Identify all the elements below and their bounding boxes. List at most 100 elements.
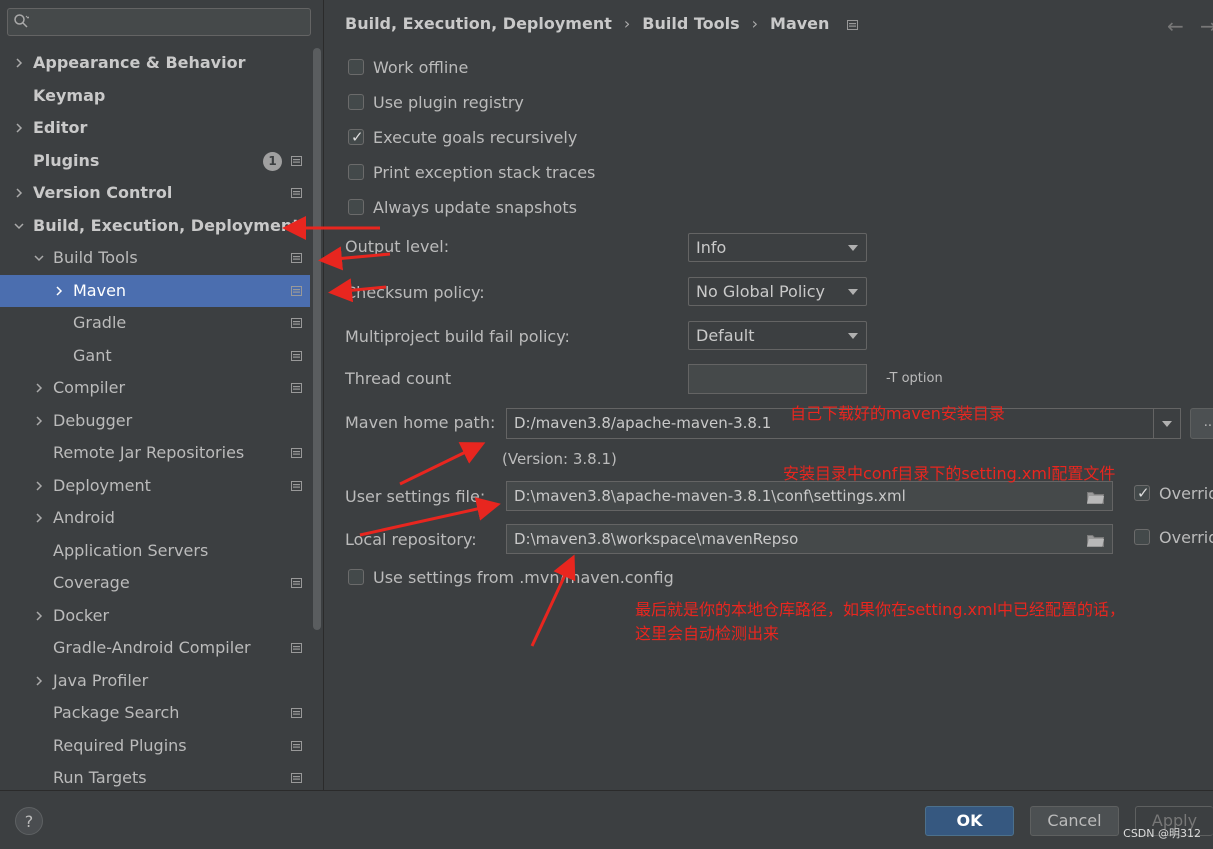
chevron-right-icon[interactable] — [13, 57, 25, 69]
back-arrow-icon[interactable]: ← — [1167, 14, 1184, 38]
chevron-right-icon[interactable] — [53, 285, 65, 297]
project-settings-icon — [291, 188, 302, 198]
sidebar-item[interactable]: Compiler — [0, 372, 310, 405]
chevron-down-icon[interactable] — [13, 220, 25, 232]
checkbox-box[interactable] — [348, 94, 364, 110]
checkbox-box[interactable] — [348, 164, 364, 180]
thread-count-input[interactable] — [688, 364, 867, 394]
sidebar-item-label: Plugins — [33, 150, 100, 170]
maven-version-text: (Version: 3.8.1) — [502, 450, 617, 468]
settings-tree: Appearance & Behavior Keymap Editor Plugins… — [0, 47, 310, 795]
use-mvn-config-label: Use settings from .mvn/maven.config — [373, 568, 674, 587]
dropdown-arrow-icon — [1162, 421, 1172, 427]
sidebar-item[interactable]: Debugger — [0, 405, 310, 438]
user-settings-value: D:\maven3.8\apache-maven-3.8.1\conf\sett… — [514, 487, 906, 505]
sidebar-item-label: Docker — [53, 605, 110, 625]
sidebar-item[interactable]: Android — [0, 502, 310, 535]
checkbox-box[interactable]: ✓ — [1134, 485, 1150, 501]
project-settings-icon — [291, 740, 302, 751]
forward-arrow-icon[interactable]: → — [1200, 14, 1213, 38]
chevron-right-icon[interactable] — [33, 610, 45, 622]
search-input[interactable] — [34, 12, 308, 34]
checksum-policy-label: Checksum policy: — [345, 283, 485, 302]
checkbox-box[interactable] — [1134, 529, 1150, 545]
checkbox-box[interactable] — [348, 569, 364, 585]
chevron-right-icon[interactable] — [33, 512, 45, 524]
sidebar-item[interactable]: Version Control — [0, 177, 310, 210]
checkbox-box[interactable]: ✓ — [348, 129, 364, 145]
project-settings-icon — [291, 448, 302, 458]
sidebar-item-label: Build Tools — [53, 248, 138, 267]
watermark: CSDN @明312 — [1123, 827, 1201, 840]
sidebar-item-label: Deployment — [53, 475, 151, 495]
option-label: Print exception stack traces — [373, 163, 596, 182]
chevron-right-icon[interactable] — [13, 187, 25, 199]
folder-icon[interactable] — [1087, 534, 1104, 547]
sidebar-item-label: Appearance & Behavior — [33, 53, 246, 72]
override-label: Override — [1159, 484, 1213, 503]
sidebar-item-label: Package Search — [53, 703, 180, 722]
project-settings-icon — [847, 19, 858, 30]
sidebar-item[interactable]: Gant — [0, 340, 310, 373]
sidebar-item[interactable]: Build Tools — [0, 242, 310, 275]
check-icon: ✓ — [351, 128, 364, 146]
sidebar-item-label: Compiler — [53, 378, 126, 397]
sidebar-item[interactable]: Appearance & Behavior — [0, 47, 310, 80]
sidebar-item[interactable]: Build, Execution, Deployment — [0, 210, 310, 243]
checkbox-box[interactable] — [348, 199, 364, 215]
chevron-right-icon[interactable] — [33, 675, 45, 687]
folder-icon[interactable] — [1087, 491, 1104, 504]
output-level-select[interactable]: Info — [688, 233, 867, 262]
sidebar-item-label: Maven — [73, 280, 127, 300]
sidebar-item[interactable]: Keymap — [0, 80, 310, 113]
sidebar-item[interactable]: Gradle — [0, 307, 310, 340]
breadcrumb-item[interactable]: Build Tools — [642, 14, 739, 33]
option-label: Always update snapshots — [373, 198, 577, 217]
chevron-right-icon[interactable] — [33, 415, 45, 427]
chevron-right-icon[interactable] — [33, 480, 45, 492]
annotation-local-repo-line2: 这里会自动检测出来 — [635, 624, 780, 643]
sidebar-item[interactable]: Application Servers — [0, 535, 310, 568]
checkbox-box[interactable] — [348, 59, 364, 75]
checksum-policy-select[interactable]: No Global Policy — [688, 277, 867, 306]
help-button[interactable]: ? — [15, 807, 43, 835]
sidebar-item[interactable]: Editor — [0, 112, 310, 145]
sidebar-scrollbar[interactable] — [313, 48, 321, 630]
cancel-button[interactable]: Cancel — [1030, 806, 1119, 836]
sidebar-item[interactable]: Coverage — [0, 567, 310, 600]
maven-home-browse-button[interactable]: ... — [1190, 408, 1213, 439]
chevron-right-icon[interactable] — [33, 382, 45, 394]
sidebar-item[interactable]: Remote Jar Repositories — [0, 437, 310, 470]
sidebar-item[interactable]: Java Profiler — [0, 665, 310, 698]
breadcrumb-item: Maven — [770, 14, 830, 33]
option-label: Use plugin registry — [373, 93, 524, 112]
project-settings-icon — [291, 480, 302, 491]
sidebar-item[interactable]: Package Search — [0, 697, 310, 730]
breadcrumb-separator: › — [751, 14, 759, 33]
sidebar-item-label: Gant — [73, 345, 112, 365]
dropdown-arrow-icon — [848, 289, 858, 295]
local-repository-input[interactable]: D:\maven3.8\workspace\mavenRepso — [506, 524, 1113, 554]
user-settings-input[interactable]: D:\maven3.8\apache-maven-3.8.1\conf\sett… — [506, 481, 1113, 511]
chevron-down-icon[interactable] — [33, 252, 45, 264]
sidebar-item-label: Version Control — [33, 183, 173, 202]
maven-home-dropdown[interactable] — [1153, 409, 1180, 438]
project-settings-icon — [291, 708, 302, 718]
sidebar-item-label: Debugger — [53, 410, 133, 430]
project-settings-icon — [291, 318, 302, 328]
sidebar-item[interactable]: Required Plugins — [0, 730, 310, 763]
sidebar-item[interactable]: Docker — [0, 600, 310, 633]
project-settings-icon — [291, 350, 302, 361]
sidebar-item[interactable]: Plugins 1 — [0, 145, 310, 178]
output-level-label: Output level: — [345, 237, 450, 256]
project-settings-icon — [291, 578, 302, 588]
sidebar-item-label: Build, Execution, Deployment — [33, 215, 300, 235]
multiproject-policy-select[interactable]: Default — [688, 321, 867, 350]
sidebar-item[interactable]: Maven — [0, 274, 310, 307]
search-box[interactable] — [7, 8, 311, 36]
sidebar-item[interactable]: Gradle-Android Compiler — [0, 632, 310, 665]
chevron-right-icon[interactable] — [13, 122, 25, 134]
ok-button[interactable]: OK — [925, 806, 1014, 836]
breadcrumb-item[interactable]: Build, Execution, Deployment — [345, 14, 612, 33]
sidebar-item[interactable]: Deployment — [0, 470, 310, 503]
